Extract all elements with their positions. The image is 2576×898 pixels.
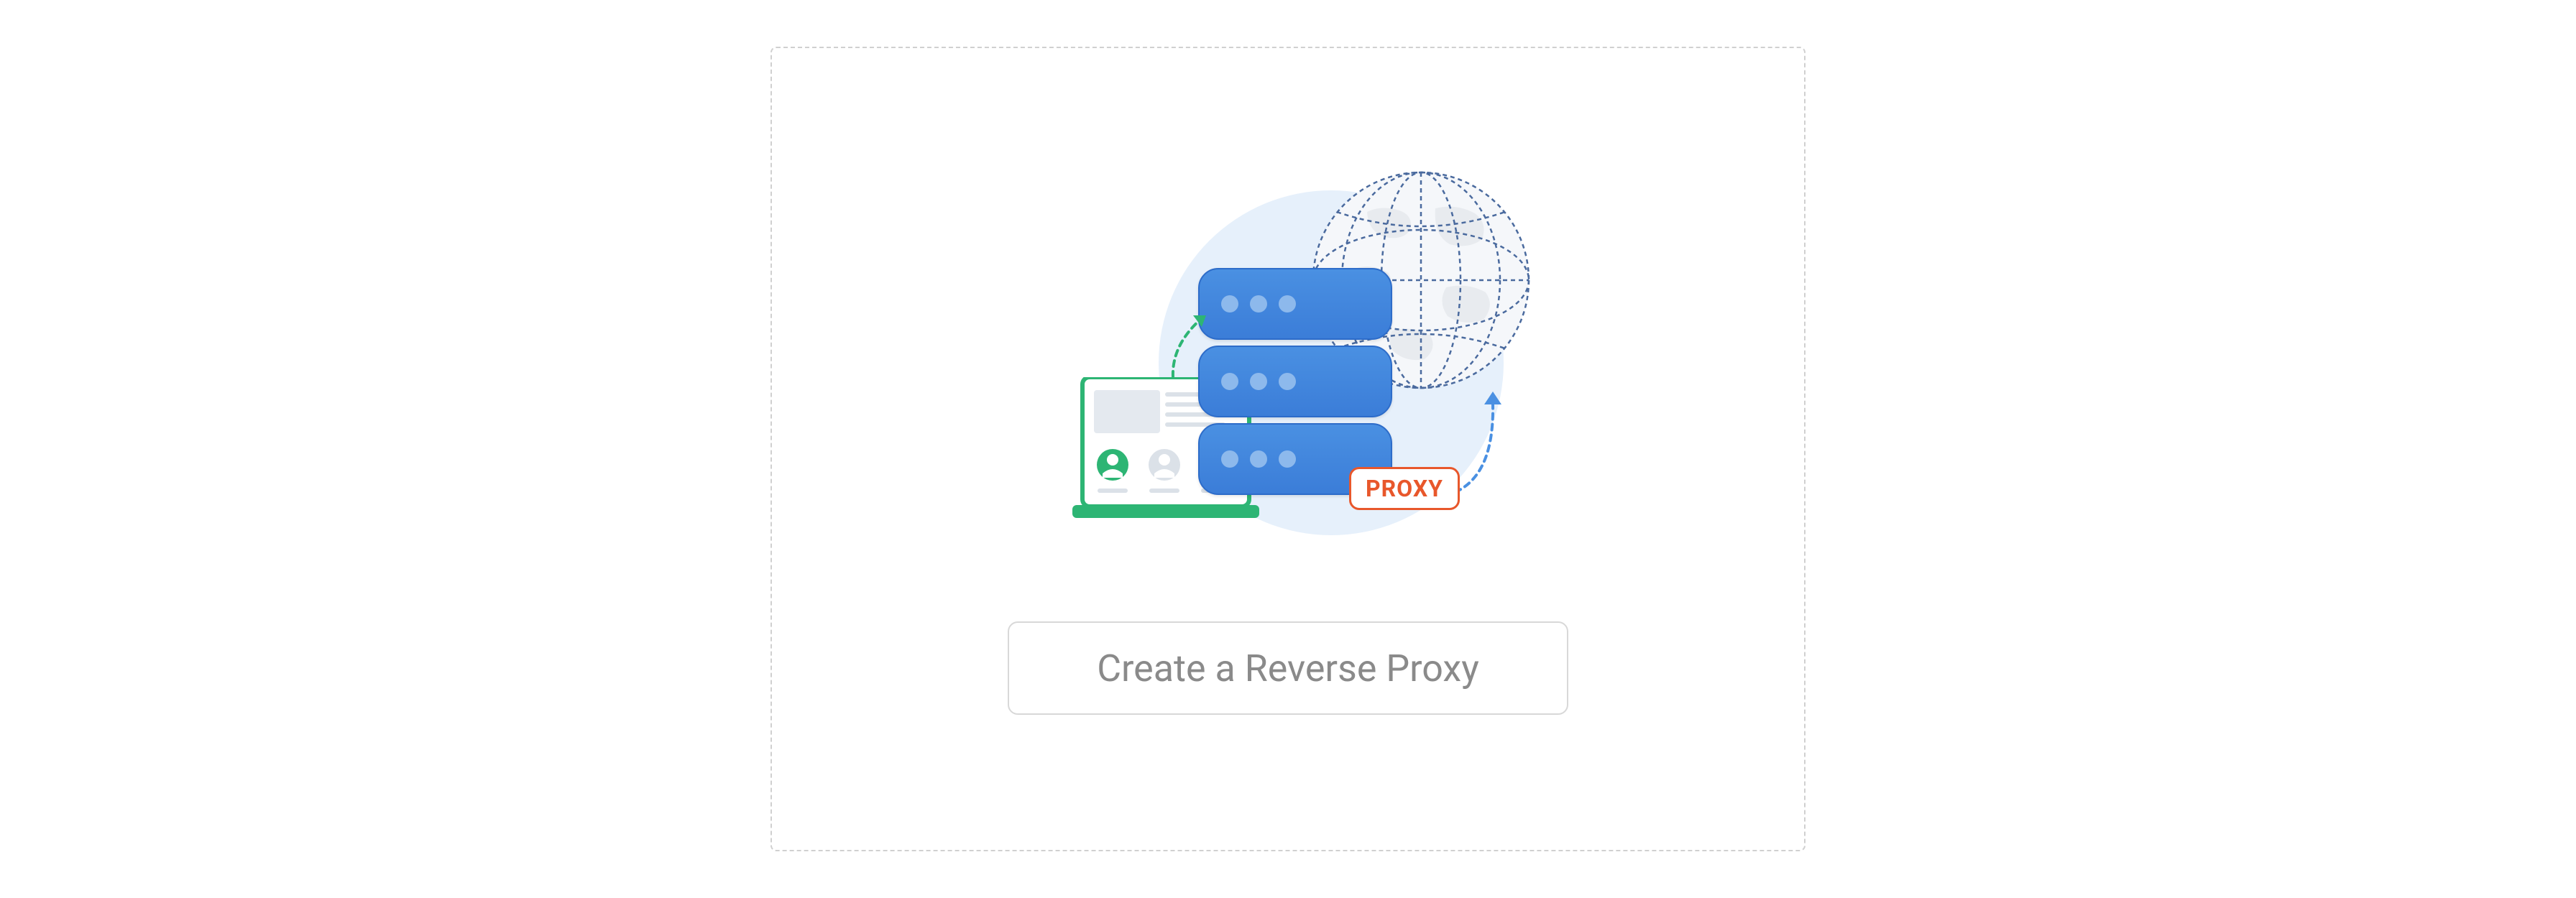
server-icon <box>1198 268 1392 501</box>
server-dot <box>1221 295 1238 313</box>
server-dot <box>1250 295 1267 313</box>
server-dot <box>1279 295 1296 313</box>
server-layer <box>1198 346 1392 417</box>
server-dot <box>1221 373 1238 390</box>
create-reverse-proxy-button[interactable]: Create a Reverse Proxy <box>1008 621 1568 715</box>
reverse-proxy-card: PROXY Create a Reverse Proxy <box>770 47 1806 851</box>
server-dot <box>1250 450 1267 468</box>
server-dot <box>1279 373 1296 390</box>
proxy-illustration: PROXY <box>1036 183 1540 557</box>
server-layer <box>1198 268 1392 340</box>
proxy-badge: PROXY <box>1349 467 1460 510</box>
arrow-left-icon <box>1159 305 1223 384</box>
server-dot <box>1279 450 1296 468</box>
server-dot <box>1221 450 1238 468</box>
server-dot <box>1250 373 1267 390</box>
